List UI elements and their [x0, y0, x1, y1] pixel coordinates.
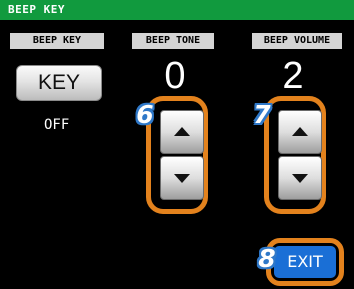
column-header-beep-key: BEEP KEY — [10, 33, 104, 49]
triangle-up-icon — [292, 127, 308, 136]
beep-key-toggle-button[interactable]: KEY — [16, 65, 102, 101]
beep-tone-value: 0 — [164, 55, 186, 97]
callout-number-6: 6 — [136, 100, 154, 129]
beep-tone-decrease-button[interactable] — [160, 156, 204, 200]
beep-key-screen: BEEP KEY BEEP KEY BEEP TONE BEEP VOLUME … — [0, 0, 354, 289]
beep-volume-decrease-button[interactable] — [278, 156, 322, 200]
beep-volume-increase-button[interactable] — [278, 110, 322, 154]
window-title: BEEP KEY — [8, 3, 65, 16]
triangle-down-icon — [174, 174, 190, 183]
column-header-beep-tone: BEEP TONE — [132, 33, 214, 49]
title-bar: BEEP KEY — [0, 0, 354, 20]
triangle-down-icon — [292, 174, 308, 183]
beep-volume-value: 2 — [282, 55, 304, 97]
triangle-up-icon — [174, 127, 190, 136]
exit-button[interactable]: EXIT — [274, 246, 336, 278]
callout-number-7: 7 — [253, 100, 271, 129]
beep-key-status: OFF — [44, 117, 70, 133]
beep-tone-increase-button[interactable] — [160, 110, 204, 154]
column-header-beep-volume: BEEP VOLUME — [252, 33, 342, 49]
callout-number-8: 8 — [258, 244, 276, 273]
